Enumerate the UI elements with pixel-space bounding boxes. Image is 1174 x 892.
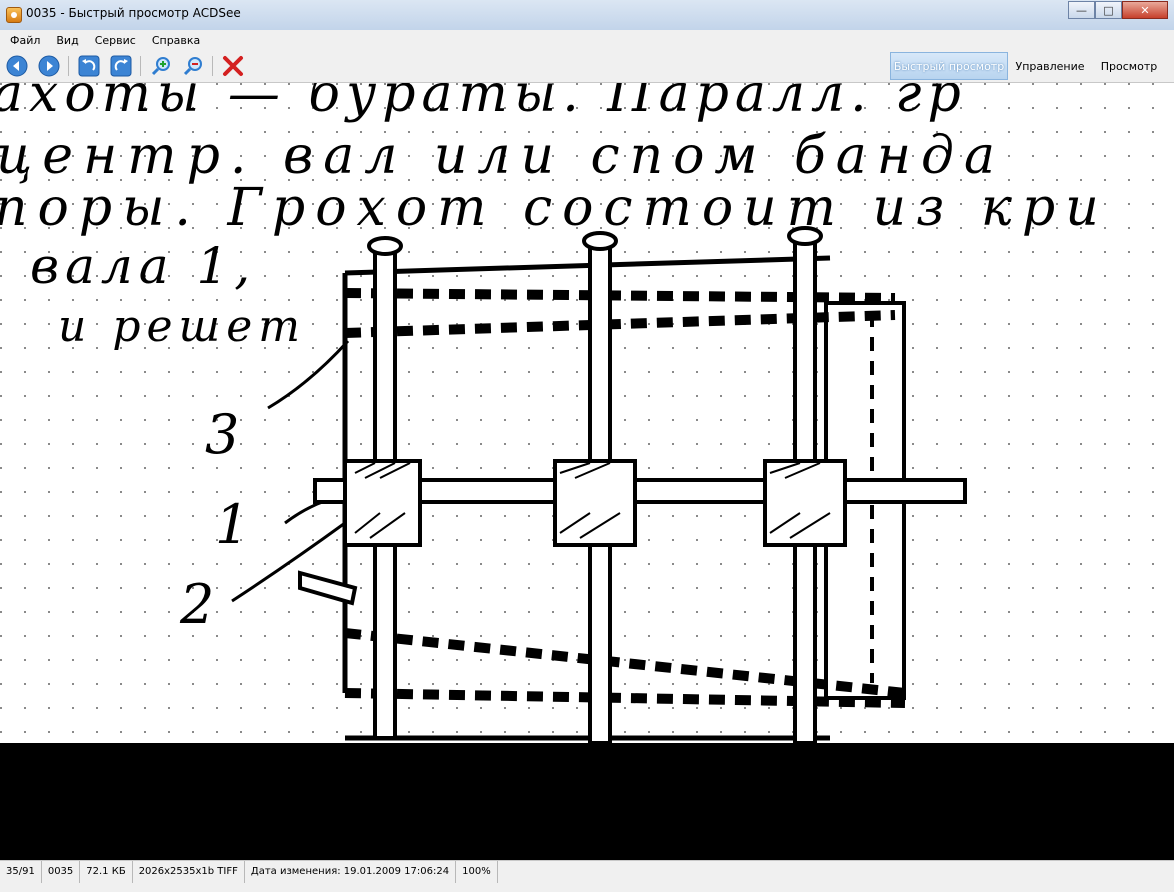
toolbar-separator bbox=[68, 56, 69, 76]
rotate-right-icon bbox=[110, 55, 132, 77]
status-position: 35/91 bbox=[0, 861, 42, 883]
callout-label: 1 bbox=[215, 493, 249, 556]
title-bar[interactable]: 0035 - Быстрый просмотр ACDSee — □ ✕ bbox=[0, 0, 1174, 31]
status-filesize: 72.1 КБ bbox=[80, 861, 133, 883]
tab-view[interactable]: Просмотр bbox=[1094, 52, 1164, 80]
window-controls: — □ ✕ bbox=[1068, 1, 1168, 21]
rotate-left-button[interactable] bbox=[76, 53, 102, 79]
handwriting-line: поры. Грохот состоит из кри bbox=[0, 178, 1109, 238]
forward-button[interactable] bbox=[36, 53, 62, 79]
back-button[interactable] bbox=[4, 53, 30, 79]
menu-file[interactable]: Файл bbox=[4, 34, 46, 47]
app-icon bbox=[6, 7, 22, 23]
menu-bar: Файл Вид Сервис Справка bbox=[0, 30, 1174, 50]
zoom-out-button[interactable] bbox=[180, 53, 206, 79]
handwriting-line: центр. вал или спом банда bbox=[0, 126, 1005, 186]
menu-help[interactable]: Справка bbox=[146, 34, 206, 47]
toolbar-separator bbox=[212, 56, 213, 76]
rotate-right-button[interactable] bbox=[108, 53, 134, 79]
delete-icon bbox=[223, 56, 243, 76]
maximize-button[interactable]: □ bbox=[1095, 1, 1122, 19]
back-arrow-icon bbox=[6, 55, 28, 77]
status-filename: 0035 bbox=[42, 861, 81, 883]
toolbar-separator bbox=[140, 56, 141, 76]
callout-label: 2 bbox=[179, 573, 214, 636]
handwriting-line: вала 1, bbox=[30, 237, 256, 295]
status-modified: Дата изменения: 19.01.2009 17:06:24 bbox=[245, 861, 457, 883]
delete-button[interactable] bbox=[220, 53, 246, 79]
zoom-in-icon bbox=[151, 57, 170, 76]
image-viewer[interactable]: ахоты — бураты. Паралл. гр центр. вал ил… bbox=[0, 83, 1174, 860]
minimize-button[interactable]: — bbox=[1068, 1, 1095, 19]
close-button[interactable]: ✕ bbox=[1122, 1, 1168, 19]
toolbar: Быстрый просмотр Управление Просмотр bbox=[0, 50, 1174, 83]
handwriting-line: и решет bbox=[58, 301, 306, 352]
zoom-out-icon bbox=[183, 57, 202, 76]
menu-view[interactable]: Вид bbox=[50, 34, 84, 47]
window-title: 0035 - Быстрый просмотр ACDSee bbox=[26, 6, 241, 20]
status-bar: 35/91 0035 72.1 КБ 2026x2535x1b TIFF Дат… bbox=[0, 860, 1174, 892]
rotate-left-icon bbox=[78, 55, 100, 77]
tab-manage[interactable]: Управление bbox=[1012, 52, 1088, 80]
scanned-document: ахоты — бураты. Паралл. гр центр. вал ил… bbox=[0, 83, 1174, 860]
tab-quick-view[interactable]: Быстрый просмотр bbox=[890, 52, 1008, 80]
forward-arrow-icon bbox=[38, 55, 60, 77]
callout-label: 3 bbox=[205, 403, 239, 466]
menu-tools[interactable]: Сервис bbox=[89, 34, 142, 47]
handwriting-line: ахоты — бураты. Паралл. гр bbox=[0, 83, 967, 124]
zoom-in-button[interactable] bbox=[148, 53, 174, 79]
status-zoom[interactable]: 100% bbox=[456, 861, 498, 883]
status-dimensions: 2026x2535x1b TIFF bbox=[133, 861, 245, 883]
